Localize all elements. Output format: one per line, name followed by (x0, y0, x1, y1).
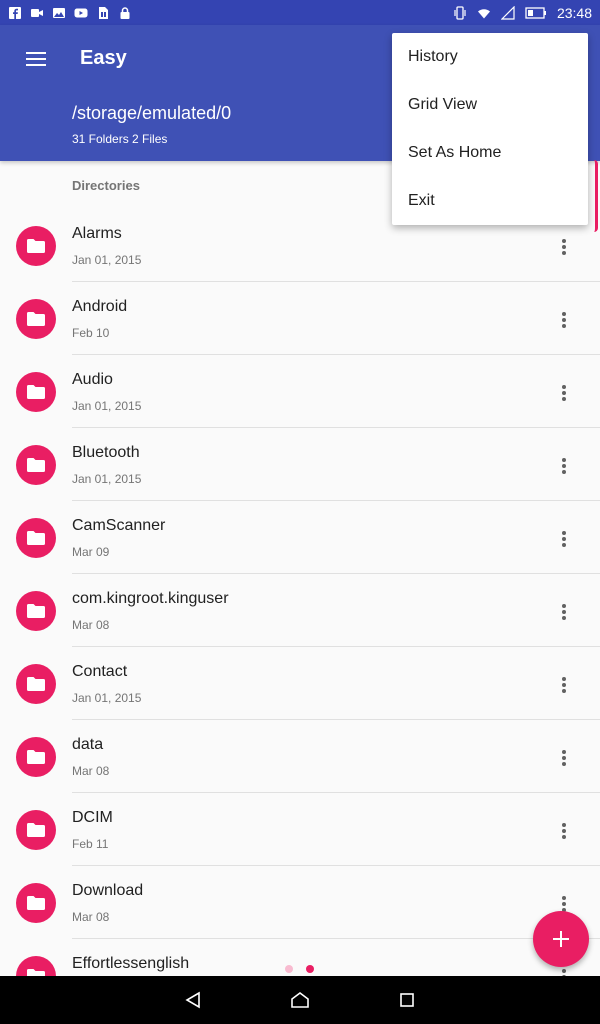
folder-icon (16, 737, 56, 777)
edge-accent (594, 160, 598, 232)
recents-icon (399, 993, 414, 1007)
folder-name: Android (72, 298, 128, 315)
more-vert-icon (562, 604, 566, 620)
more-options-button[interactable] (548, 815, 580, 847)
vibrate-icon (454, 5, 466, 20)
current-path: /storage/emulated/0 (72, 103, 232, 123)
more-options-button[interactable] (548, 231, 580, 263)
section-label: Directories (72, 178, 140, 193)
folder-icon (16, 591, 56, 631)
list-item[interactable]: com.kingroot.kinguser Mar 08 (0, 574, 600, 647)
folder-icon (16, 664, 56, 704)
page-indicator (285, 965, 314, 973)
plus-icon (553, 931, 569, 947)
menu-item-set-as-home[interactable]: Set As Home (392, 129, 588, 177)
more-vert-icon (562, 458, 566, 474)
more-vert-icon (562, 312, 566, 328)
battery-icon (525, 6, 546, 19)
list-item[interactable]: Bluetooth Jan 01, 2015 (0, 428, 600, 501)
more-vert-icon (562, 531, 566, 547)
menu-item-grid-view[interactable]: Grid View (392, 81, 588, 129)
navigation-bar (0, 976, 600, 1024)
more-options-button[interactable] (548, 304, 580, 336)
more-vert-icon (562, 677, 566, 693)
page-dot (306, 965, 314, 973)
hamburger-icon (26, 52, 46, 66)
folder-date: Mar 08 (72, 764, 110, 778)
home-icon (291, 992, 309, 1008)
more-options-button[interactable] (548, 596, 580, 628)
add-fab-button[interactable] (533, 911, 589, 967)
lock-icon (120, 6, 130, 19)
folder-date: Feb 11 (72, 837, 109, 851)
folder-icon (16, 810, 56, 850)
sim-icon (99, 6, 108, 19)
more-options-button[interactable] (548, 450, 580, 482)
video-icon (31, 8, 43, 17)
list-item[interactable]: Contact Jan 01, 2015 (0, 647, 600, 720)
folder-date: Mar 08 (72, 618, 110, 632)
notification-icons (8, 6, 132, 20)
wifi-icon (477, 8, 490, 18)
hamburger-menu-button[interactable] (18, 43, 54, 75)
more-vert-icon (562, 750, 566, 766)
directory-list: Alarms Jan 01, 2015 Android Feb 10 Audio… (0, 209, 600, 1012)
folder-icon (16, 226, 56, 266)
status-bar: 23:48 (0, 0, 600, 25)
folder-name: Alarms (72, 225, 122, 242)
more-options-button[interactable] (548, 669, 580, 701)
more-options-button[interactable] (548, 377, 580, 409)
folder-icon (16, 445, 56, 485)
folder-date: Mar 09 (72, 545, 110, 559)
more-vert-icon (562, 385, 566, 401)
image-icon (53, 7, 65, 18)
folder-date: Jan 01, 2015 (72, 253, 142, 267)
folder-date: Jan 01, 2015 (72, 472, 142, 486)
list-item[interactable]: data Mar 08 (0, 720, 600, 793)
list-item[interactable]: Android Feb 10 (0, 282, 600, 355)
more-vert-icon (562, 239, 566, 255)
folder-icon (16, 299, 56, 339)
home-button[interactable] (280, 980, 320, 1020)
folder-name: Audio (72, 371, 113, 388)
list-item[interactable]: Audio Jan 01, 2015 (0, 355, 600, 428)
more-options-button[interactable] (548, 523, 580, 555)
recents-button[interactable] (387, 980, 427, 1020)
folder-file-count: 31 Folders 2 Files (72, 132, 168, 146)
more-options-button[interactable] (548, 742, 580, 774)
folder-name: com.kingroot.kinguser (72, 590, 229, 607)
back-button[interactable] (173, 980, 213, 1020)
folder-name: Effortlessenglish (72, 955, 190, 972)
folder-name: Contact (72, 663, 128, 680)
folder-name: Download (72, 882, 144, 899)
system-indicators: 23:48 (453, 5, 592, 21)
overflow-menu: History Grid View Set As Home Exit (392, 33, 588, 225)
folder-name: data (72, 736, 104, 753)
folder-icon (16, 518, 56, 558)
folder-date: Feb 10 (72, 326, 110, 340)
back-icon (185, 991, 201, 1009)
menu-item-history[interactable]: History (392, 33, 588, 81)
list-item[interactable]: Download Mar 08 (0, 866, 600, 939)
clock: 23:48 (556, 4, 592, 21)
facebook-icon (9, 6, 21, 19)
youtube-icon (74, 8, 88, 17)
page-dot (285, 965, 293, 973)
folder-icon (16, 883, 56, 923)
more-vert-icon (562, 896, 566, 912)
folder-date: Jan 01, 2015 (72, 399, 142, 413)
more-vert-icon (562, 823, 566, 839)
signal-icon (500, 5, 515, 20)
folder-date: Jan 01, 2015 (72, 691, 142, 705)
folder-date: Mar 08 (72, 910, 110, 924)
app-title: Easy (80, 47, 127, 69)
list-item[interactable]: DCIM Feb 11 (0, 793, 600, 866)
folder-name: Bluetooth (72, 444, 140, 461)
folder-icon (16, 372, 56, 412)
list-item[interactable]: CamScanner Mar 09 (0, 501, 600, 574)
menu-item-exit[interactable]: Exit (392, 177, 588, 225)
folder-name: CamScanner (72, 517, 166, 534)
folder-name: DCIM (72, 809, 113, 826)
